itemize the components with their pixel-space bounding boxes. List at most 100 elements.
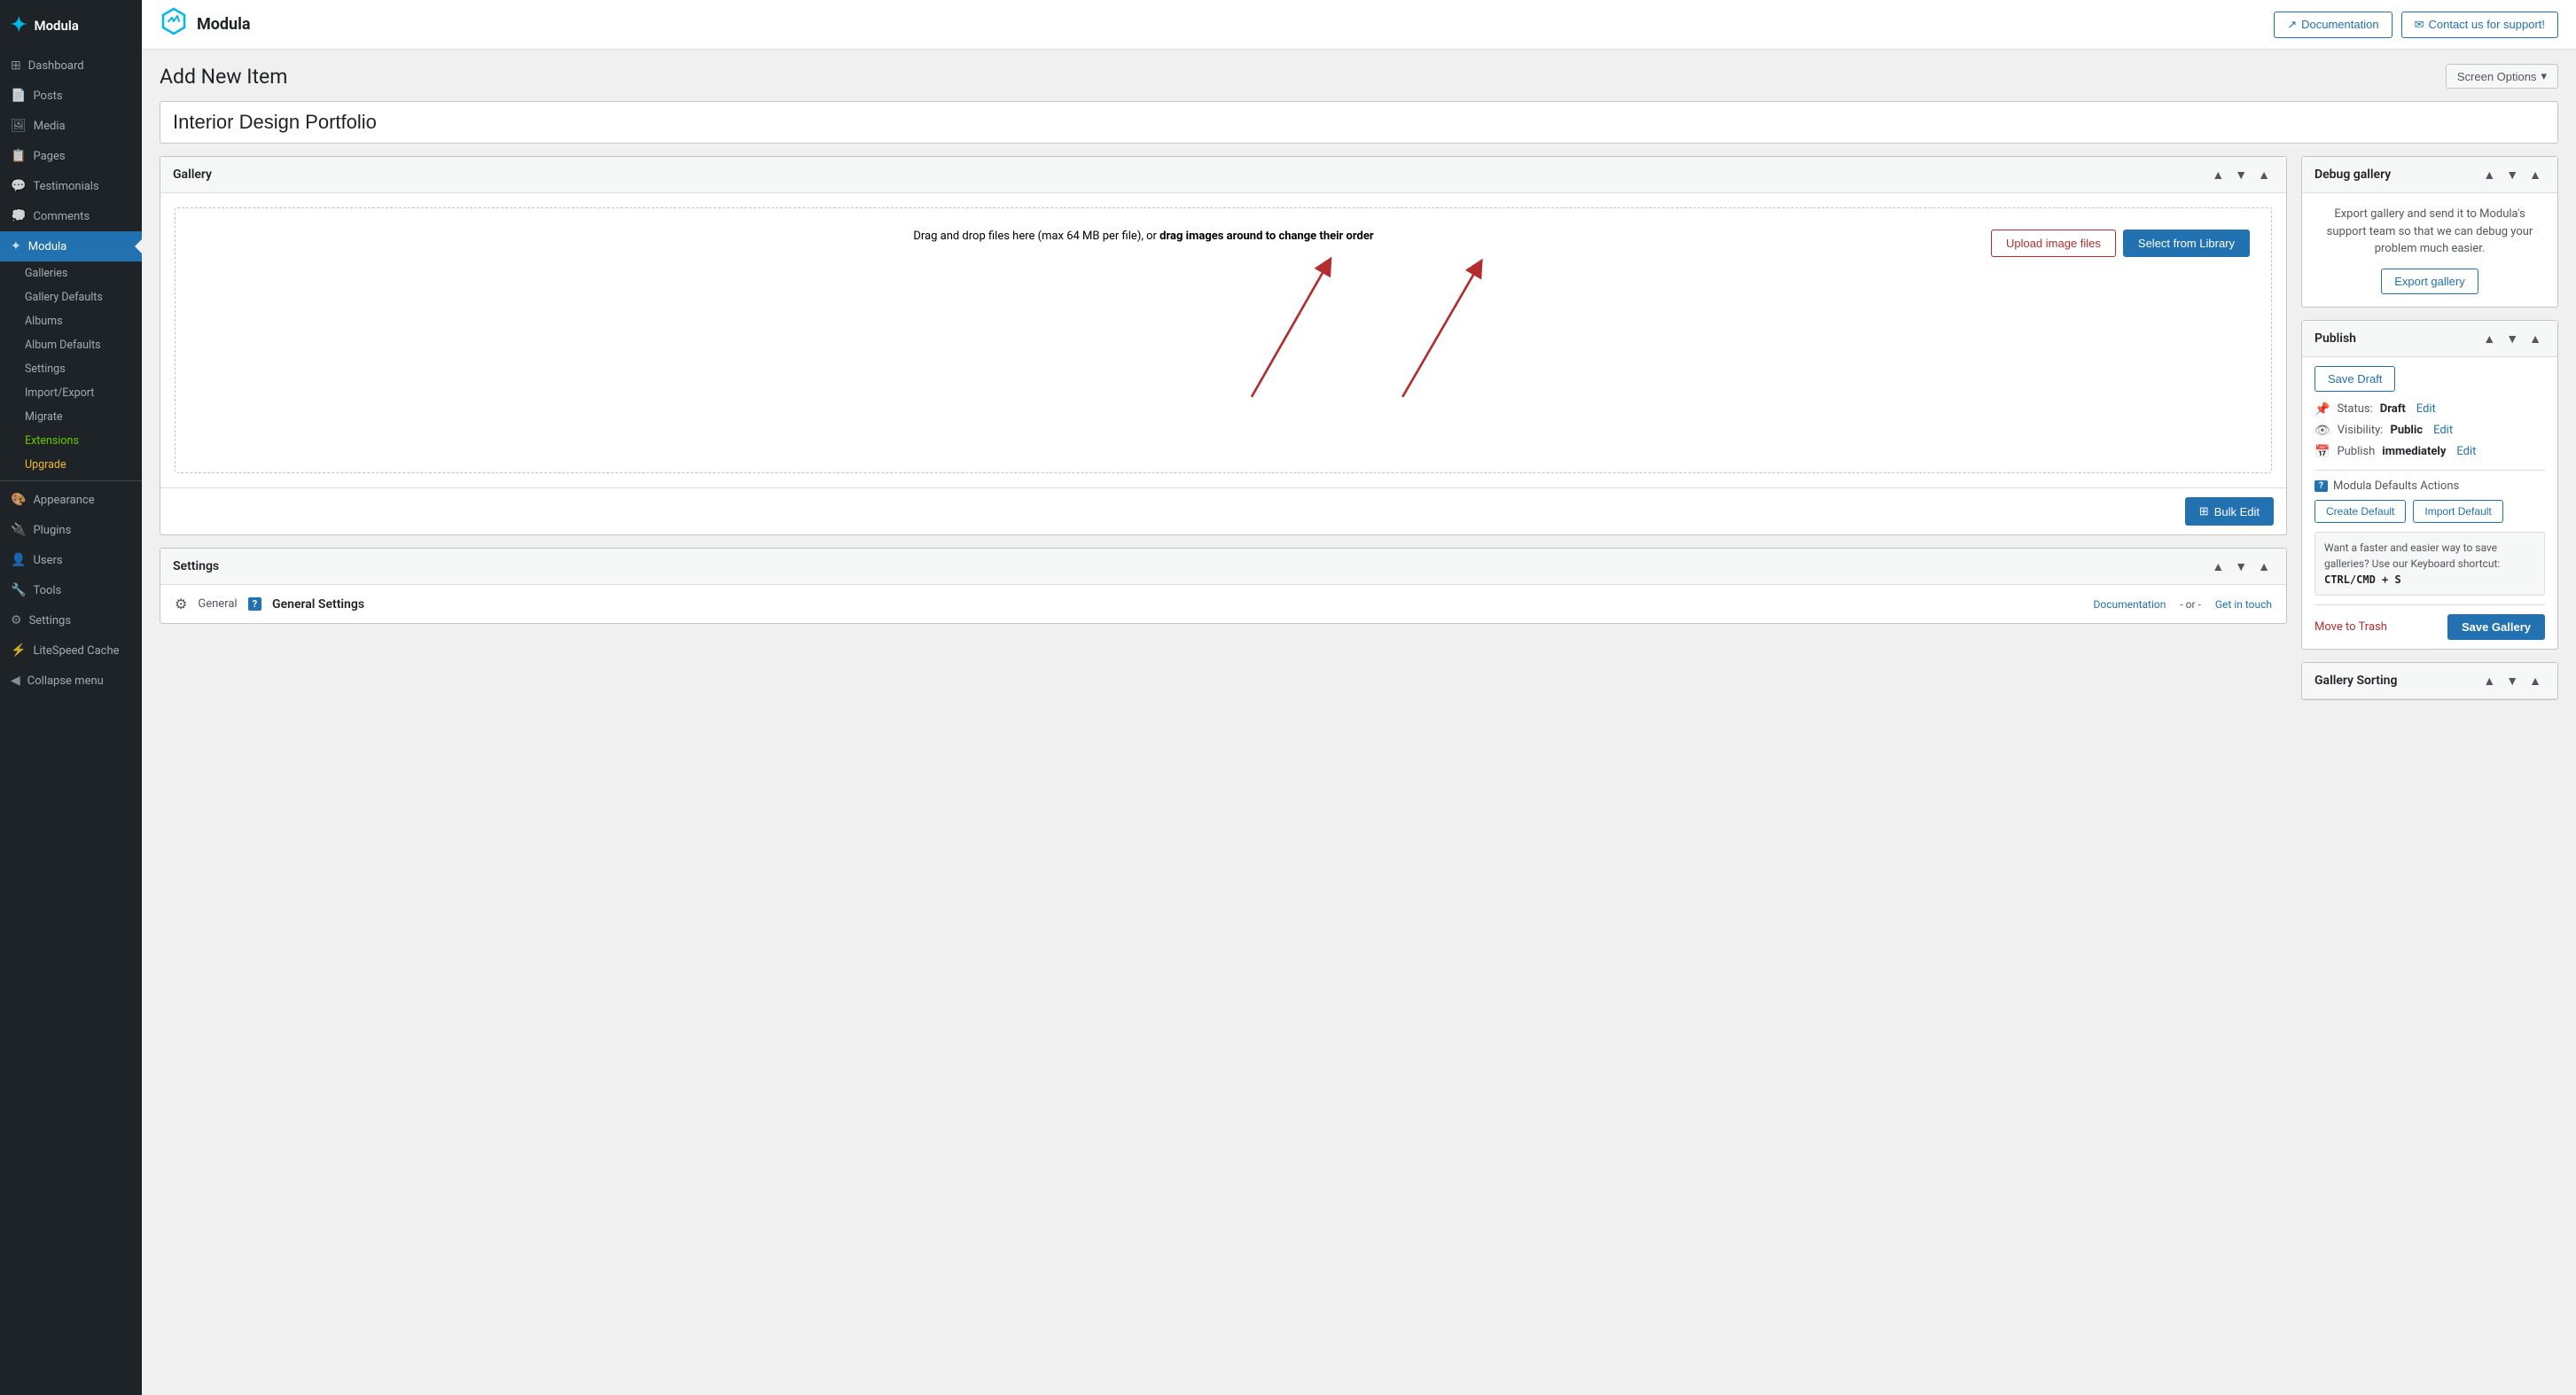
contact-support-button[interactable]: ✉ Contact us for support! bbox=[2401, 12, 2558, 38]
status-edit-link[interactable]: Edit bbox=[2416, 402, 2436, 416]
sidebar-sub-album-defaults[interactable]: Album Defaults bbox=[0, 333, 142, 357]
page-content: Add New Item Screen Options ▾ Gallery ▲ … bbox=[142, 50, 2576, 1395]
sidebar-item-settings[interactable]: ⚙ Settings bbox=[0, 605, 142, 635]
gallery-panel: Gallery ▲ ▼ ▲ Drag and drop files here (… bbox=[160, 156, 2287, 535]
sidebar-item-label: Dashboard bbox=[28, 59, 84, 73]
question-badge: ? bbox=[248, 597, 262, 611]
get-in-touch-link[interactable]: Get in touch bbox=[2215, 598, 2272, 611]
publish-panel-collapse-up[interactable]: ▲ bbox=[2479, 330, 2499, 347]
sidebar-sub-settings[interactable]: Settings bbox=[0, 357, 142, 381]
sidebar-item-appearance[interactable]: 🎨 Appearance bbox=[0, 485, 142, 515]
sidebar-item-label: Modula bbox=[28, 240, 67, 253]
gallery-sorting-panel-header: Gallery Sorting ▲ ▼ ▲ bbox=[2302, 663, 2557, 699]
publish-value: immediately bbox=[2382, 445, 2446, 458]
general-settings-label: General Settings bbox=[272, 597, 364, 612]
sorting-panel-collapse-up[interactable]: ▲ bbox=[2479, 672, 2499, 690]
gallery-panel-collapse-up[interactable]: ▲ bbox=[2208, 166, 2228, 183]
gallery-drop-area[interactable]: Drag and drop files here (max 64 MB per … bbox=[175, 207, 2272, 473]
debug-panel-collapse-up[interactable]: ▲ bbox=[2479, 166, 2499, 183]
documentation-button[interactable]: ↗ Documentation bbox=[2274, 12, 2392, 38]
debug-panel-toggle[interactable]: ▲ bbox=[2525, 166, 2545, 183]
gallery-panel-collapse-down[interactable]: ▼ bbox=[2231, 166, 2251, 183]
documentation-link[interactable]: Documentation bbox=[2093, 598, 2166, 611]
gallery-sorting-controls: ▲ ▼ ▲ bbox=[2479, 672, 2545, 690]
sidebar-item-tools[interactable]: 🔧 Tools bbox=[0, 575, 142, 605]
page-header-row: Add New Item Screen Options ▾ bbox=[160, 64, 2558, 89]
save-draft-button[interactable]: Save Draft bbox=[2314, 366, 2395, 392]
gallery-panel-footer: ⊞ Bulk Edit bbox=[160, 487, 2286, 534]
visibility-value: Public bbox=[2390, 424, 2423, 437]
gallery-panel-controls: ▲ ▼ ▲ bbox=[2208, 166, 2274, 183]
sidebar-item-media[interactable]: 🖼 Media bbox=[0, 111, 142, 141]
sorting-panel-collapse-down[interactable]: ▼ bbox=[2502, 672, 2522, 690]
two-col-layout: Gallery ▲ ▼ ▲ Drag and drop files here (… bbox=[160, 156, 2558, 700]
bulk-edit-button[interactable]: ⊞ Bulk Edit bbox=[2185, 497, 2274, 526]
posts-icon: 📄 bbox=[11, 89, 26, 103]
sidebar-item-label: Posts bbox=[33, 90, 62, 103]
sidebar-sub-import-export[interactable]: Import/Export bbox=[0, 381, 142, 405]
move-to-trash-button[interactable]: Move to Trash bbox=[2314, 620, 2387, 634]
publish-status-row: 📌 Status: Draft Edit bbox=[2314, 402, 2545, 417]
sidebar-item-dashboard[interactable]: ⊞ Dashboard bbox=[0, 51, 142, 81]
upload-image-files-button[interactable]: Upload image files bbox=[1991, 230, 2116, 257]
page-title: Add New Item bbox=[160, 65, 287, 89]
debug-gallery-panel: Debug gallery ▲ ▼ ▲ Export gallery and s… bbox=[2301, 156, 2558, 308]
sidebar-item-posts[interactable]: 📄 Posts bbox=[0, 81, 142, 111]
keyboard-shortcut: CTRL/CMD + S bbox=[2324, 573, 2401, 586]
settings-panel-body: ⚙ General ? General Settings Documentati… bbox=[160, 585, 2286, 623]
settings-panel-toggle[interactable]: ▲ bbox=[2254, 557, 2274, 575]
import-default-button[interactable]: Import Default bbox=[2413, 500, 2502, 523]
gallery-title-input[interactable] bbox=[160, 101, 2558, 144]
modula-logo-icon: ✦ bbox=[11, 14, 27, 36]
sidebar-sub-migrate[interactable]: Migrate bbox=[0, 405, 142, 429]
sidebar-item-modula[interactable]: ✦ Modula bbox=[0, 231, 142, 261]
general-label: General bbox=[198, 597, 237, 611]
debug-panel-collapse-down[interactable]: ▼ bbox=[2502, 166, 2522, 183]
plugins-icon: 🔌 bbox=[11, 523, 26, 537]
sidebar-item-label: Settings bbox=[29, 614, 71, 627]
debug-panel-header: Debug gallery ▲ ▼ ▲ bbox=[2302, 157, 2557, 193]
publish-panel-collapse-down[interactable]: ▼ bbox=[2502, 330, 2522, 347]
sidebar-sub-gallery-defaults[interactable]: Gallery Defaults bbox=[0, 285, 142, 309]
sorting-panel-toggle[interactable]: ▲ bbox=[2525, 672, 2545, 690]
gallery-panel-toggle[interactable]: ▲ bbox=[2254, 166, 2274, 183]
settings-panel-collapse-up[interactable]: ▲ bbox=[2208, 557, 2228, 575]
main-column: Gallery ▲ ▼ ▲ Drag and drop files here (… bbox=[160, 156, 2287, 624]
publish-panel-toggle[interactable]: ▲ bbox=[2525, 330, 2545, 347]
sidebar-item-litespeed[interactable]: ⚡ LiteSpeed Cache bbox=[0, 635, 142, 666]
settings-panel-header: Settings ▲ ▼ ▲ bbox=[160, 549, 2286, 585]
status-icon: 📌 bbox=[2314, 402, 2330, 417]
sidebar-item-comments[interactable]: 💭 Comments bbox=[0, 201, 142, 231]
sidebar-item-collapse[interactable]: ◀ Collapse menu bbox=[0, 666, 142, 696]
create-default-button[interactable]: Create Default bbox=[2314, 500, 2406, 523]
screen-options-button[interactable]: Screen Options ▾ bbox=[2446, 64, 2558, 89]
external-link-icon: ↗ bbox=[2287, 18, 2297, 32]
settings-panel-title: Settings bbox=[173, 559, 219, 573]
publish-footer: Move to Trash Save Gallery bbox=[2314, 604, 2545, 640]
debug-panel-text: Export gallery and send it to Modula's s… bbox=[2316, 206, 2543, 258]
sidebar-item-plugins[interactable]: 🔌 Plugins bbox=[0, 515, 142, 545]
sidebar-sub-albums[interactable]: Albums bbox=[0, 309, 142, 333]
save-gallery-button[interactable]: Save Gallery bbox=[2447, 614, 2545, 640]
sidebar-item-label: LiteSpeed Cache bbox=[33, 644, 119, 658]
visibility-edit-link[interactable]: Edit bbox=[2433, 424, 2453, 437]
settings-panel-collapse-down[interactable]: ▼ bbox=[2231, 557, 2251, 575]
export-gallery-button[interactable]: Export gallery bbox=[2381, 269, 2478, 294]
gallery-btn-row: Upload image files Select from Library bbox=[1991, 230, 2250, 257]
sidebar-sub-extensions[interactable]: Extensions bbox=[0, 429, 142, 453]
gallery-sorting-panel: Gallery Sorting ▲ ▼ ▲ bbox=[2301, 662, 2558, 700]
sidebar-item-label: Comments bbox=[33, 210, 90, 223]
main-area: Modula ↗ Documentation ✉ Contact us for … bbox=[142, 0, 2576, 1395]
sidebar-sub-galleries[interactable]: Galleries bbox=[0, 261, 142, 285]
publish-edit-link[interactable]: Edit bbox=[2456, 445, 2476, 458]
users-icon: 👤 bbox=[11, 553, 26, 567]
sidebar-item-testimonials[interactable]: 💬 Testimonials bbox=[0, 171, 142, 201]
sidebar-item-users[interactable]: 👤 Users bbox=[0, 545, 142, 575]
select-from-library-button[interactable]: Select from Library bbox=[2123, 230, 2250, 257]
publish-date-row: 📅 Publish immediately Edit bbox=[2314, 445, 2545, 459]
publish-panel-controls: ▲ ▼ ▲ bbox=[2479, 330, 2545, 347]
sidebar-item-pages[interactable]: 📋 Pages bbox=[0, 141, 142, 171]
dashboard-icon: ⊞ bbox=[11, 58, 21, 73]
sidebar-sub-upgrade[interactable]: Upgrade bbox=[0, 453, 142, 477]
chevron-down-icon: ▾ bbox=[2541, 69, 2547, 83]
